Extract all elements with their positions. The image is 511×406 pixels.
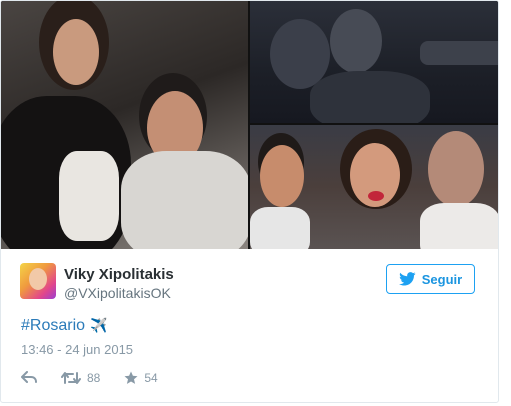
tweet-card: Viky Xipolitakis @VXipolitakisOK Seguir … [0,0,499,403]
reply-icon [21,371,37,383]
photo-top-right[interactable] [250,1,498,123]
tweet-text: #Rosario ✈️ [21,317,107,335]
timestamp[interactable]: 13:46 - 24 jun 2015 [21,342,133,357]
photo-left[interactable] [1,1,248,249]
favorite-count: 54 [144,371,158,385]
retweet-button[interactable]: 88 [61,371,100,385]
tweet-actions: 88 54 [21,370,182,386]
airplane-icon: ✈️ [90,317,108,333]
star-icon [124,371,138,384]
retweet-icon [61,372,81,384]
favorite-button[interactable]: 54 [124,371,158,385]
avatar[interactable] [20,263,56,299]
reply-button[interactable] [21,371,37,385]
photo-bottom-right[interactable] [250,125,498,249]
user-handle[interactable]: @VXipolitakisOK [64,285,171,301]
follow-label: Seguir [421,271,463,287]
user-name[interactable]: Viky Xipolitakis [64,266,174,283]
photo-grid [1,1,498,249]
twitter-bird-icon [398,272,416,286]
retweet-count: 88 [87,371,101,385]
follow-button[interactable]: Seguir [386,264,475,294]
hashtag-link[interactable]: #Rosario [21,317,85,334]
